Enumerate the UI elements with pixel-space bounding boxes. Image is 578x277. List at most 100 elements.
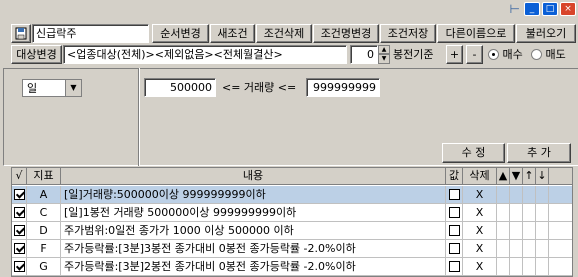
minus-button[interactable]: - [466,45,483,64]
row-delete-button[interactable]: X [463,240,497,258]
row-delete-button[interactable]: X [463,204,497,222]
row-move-bottom-cell[interactable] [536,240,549,258]
row-move-down-cell[interactable] [510,204,523,222]
new-condition-button[interactable]: 새조건 [210,24,255,43]
row-move-bottom-cell[interactable] [536,204,549,222]
row-value-cell[interactable] [446,222,463,240]
row-value-cell[interactable] [446,258,463,276]
plus-button[interactable]: + [446,45,463,64]
row-move-down-cell[interactable] [510,186,523,204]
row-check-cell[interactable] [12,204,27,222]
buy-radio[interactable]: 매수 [488,46,523,63]
row-move-up-cell[interactable] [497,240,510,258]
row-content: [일]거래량:500000이상 999999999이하 [61,186,446,204]
row-checkbox[interactable] [13,189,25,200]
chevron-down-icon[interactable]: ▼ [65,80,81,96]
buy-radio-indicator[interactable] [488,49,499,60]
condition-grid: √ 지표 내용 값 삭제 ▲ ▼ ↑ ↓ A [일]거래량:500000이상 99… [11,167,573,277]
row-move-top-cell[interactable] [523,222,536,240]
row-value-checkbox[interactable] [448,189,460,200]
table-row[interactable]: A [일]거래량:500000이상 999999999이하 X [12,186,572,204]
row-move-up-cell[interactable] [497,222,510,240]
row-delete-button[interactable]: X [463,258,497,276]
row-move-bottom-cell[interactable] [536,222,549,240]
minimize-button[interactable]: _ [524,2,540,16]
row-indicator-code: D [27,222,61,240]
row-move-down-cell[interactable] [510,258,523,276]
period-select[interactable]: 일 ▼ [22,79,82,97]
header-delete: 삭제 [463,168,497,185]
row-content: 주가등락률:[3분]3봉전 종가대비 0봉전 종가등락률 -2.0%이하 [61,240,446,258]
modify-button[interactable]: 수 정 [442,143,505,163]
delete-condition-button[interactable]: 조건삭제 [256,24,312,43]
change-target-button[interactable]: 대상변경 [11,45,62,64]
spin-up-icon[interactable]: ▲ [378,45,390,54]
header-down-icon: ▼ [510,168,523,185]
reorder-button[interactable]: 순서변경 [152,24,209,43]
panel-divider [138,68,140,166]
row-move-top-cell[interactable] [523,240,536,258]
maximize-button[interactable]: □ [542,2,558,16]
row-move-top-cell[interactable] [523,258,536,276]
row-value-checkbox[interactable] [448,261,460,272]
volume-max-input[interactable]: 999999999 [306,78,380,97]
pin-icon[interactable]: ⊢ [510,2,520,16]
header-up-icon: ▲ [497,168,510,185]
add-button[interactable]: 추 가 [507,143,571,163]
sell-radio-indicator[interactable] [531,49,542,60]
row-checkbox[interactable] [13,225,25,236]
save-condition-button[interactable]: 조건저장 [380,24,436,43]
row-move-top-cell[interactable] [523,204,536,222]
spin-down-icon[interactable]: ▼ [378,54,390,64]
row-value-checkbox[interactable] [448,243,460,254]
row-value-cell[interactable] [446,186,463,204]
row-check-cell[interactable] [12,186,27,204]
row-content: 주가범위:0일전 종가가 1000 이상 500000 이하 [61,222,446,240]
header-indicator: 지표 [27,168,61,185]
save-as-button[interactable]: 다른이름으로 [437,24,515,43]
table-row[interactable]: D 주가범위:0일전 종가가 1000 이상 500000 이하 X [12,222,572,240]
row-check-cell[interactable] [12,240,27,258]
row-move-bottom-cell[interactable] [536,258,549,276]
close-button[interactable]: × [560,2,576,16]
row-check-cell[interactable] [12,222,27,240]
header-check: √ [12,168,27,185]
header-bottom-icon: ↓ [536,168,549,185]
row-value-cell[interactable] [446,240,463,258]
row-checkbox[interactable] [13,261,25,272]
save-file-icon[interactable] [11,24,31,43]
row-value-checkbox[interactable] [448,207,460,218]
row-move-up-cell[interactable] [497,258,510,276]
load-button[interactable]: 불러오기 [516,24,576,43]
row-checkbox[interactable] [13,243,25,254]
row-move-top-cell[interactable] [523,186,536,204]
row-move-up-cell[interactable] [497,186,510,204]
table-row[interactable]: C [일]1봉전 거래량 500000이상 999999999이하 X [12,204,572,222]
condition-name-input[interactable]: 신급락주 [32,24,149,43]
rename-condition-button[interactable]: 조건명변경 [313,24,379,43]
row-content: 주가등락률:[3분]2봉전 종가대비 0봉전 종가등락률 -2.0%이하 [61,258,446,276]
offset-label: 봉전기준 [393,48,434,61]
row-move-down-cell[interactable] [510,222,523,240]
header-filler [549,168,572,185]
volume-min-input[interactable]: 500000 [144,78,216,97]
row-value-cell[interactable] [446,204,463,222]
table-row[interactable]: F 주가등락률:[3분]3봉전 종가대비 0봉전 종가등락률 -2.0%이하 X [12,240,572,258]
offset-spinner[interactable]: ▲ ▼ [378,45,390,64]
row-move-up-cell[interactable] [497,204,510,222]
row-move-down-cell[interactable] [510,240,523,258]
sell-radio[interactable]: 매도 [531,46,566,63]
row-delete-button[interactable]: X [463,222,497,240]
row-check-cell[interactable] [12,258,27,276]
row-checkbox[interactable] [13,207,25,218]
row-indicator-code: F [27,240,61,258]
table-row[interactable]: G 주가등락률:[3분]2봉전 종가대비 0봉전 종가등락률 -2.0%이하 X [12,258,572,276]
offset-input[interactable]: 0 [350,45,378,64]
row-value-checkbox[interactable] [448,225,460,236]
window-controls: _ □ × [524,2,576,16]
header-content: 내용 [61,168,446,185]
row-move-bottom-cell[interactable] [536,186,549,204]
row-indicator-code: A [27,186,61,204]
buy-label: 매수 [502,48,523,61]
row-delete-button[interactable]: X [463,186,497,204]
